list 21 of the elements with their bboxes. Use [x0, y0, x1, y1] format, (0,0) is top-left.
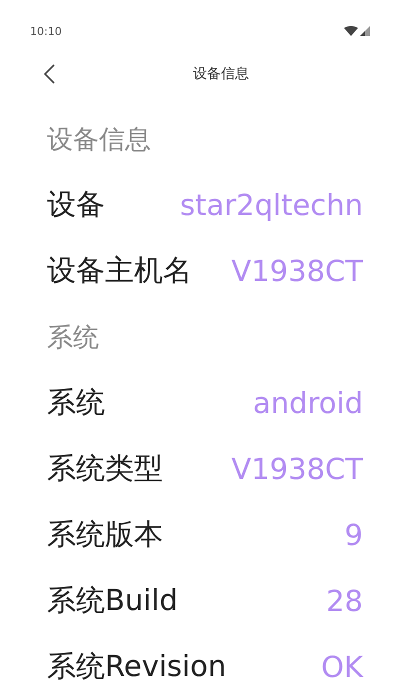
wifi-icon: [344, 26, 358, 36]
row-value: android: [252, 386, 363, 420]
row-value: V1938CT: [231, 254, 363, 288]
row-label: 系统Build: [47, 582, 178, 619]
status-time: 10:10: [30, 24, 62, 38]
row-value: 9: [344, 518, 363, 552]
row-label: 设备: [47, 186, 105, 223]
row-value: 28: [326, 584, 363, 618]
page-title: 设备信息: [193, 65, 249, 83]
row-label: 设备主机名: [47, 252, 192, 289]
row-value: star2qltechn: [180, 188, 363, 222]
section-title: 系统: [47, 322, 99, 354]
row-value: OK: [321, 650, 363, 683]
row-label: 系统: [47, 384, 105, 421]
row-label: 系统Revision: [47, 648, 226, 683]
signal-icon: [360, 26, 370, 36]
row-label: 系统类型: [47, 450, 163, 487]
section-title: 设备信息: [47, 124, 151, 156]
row-label: 系统版本: [47, 516, 163, 553]
row-value: V1938CT: [231, 452, 363, 486]
back-button[interactable]: [42, 63, 56, 85]
